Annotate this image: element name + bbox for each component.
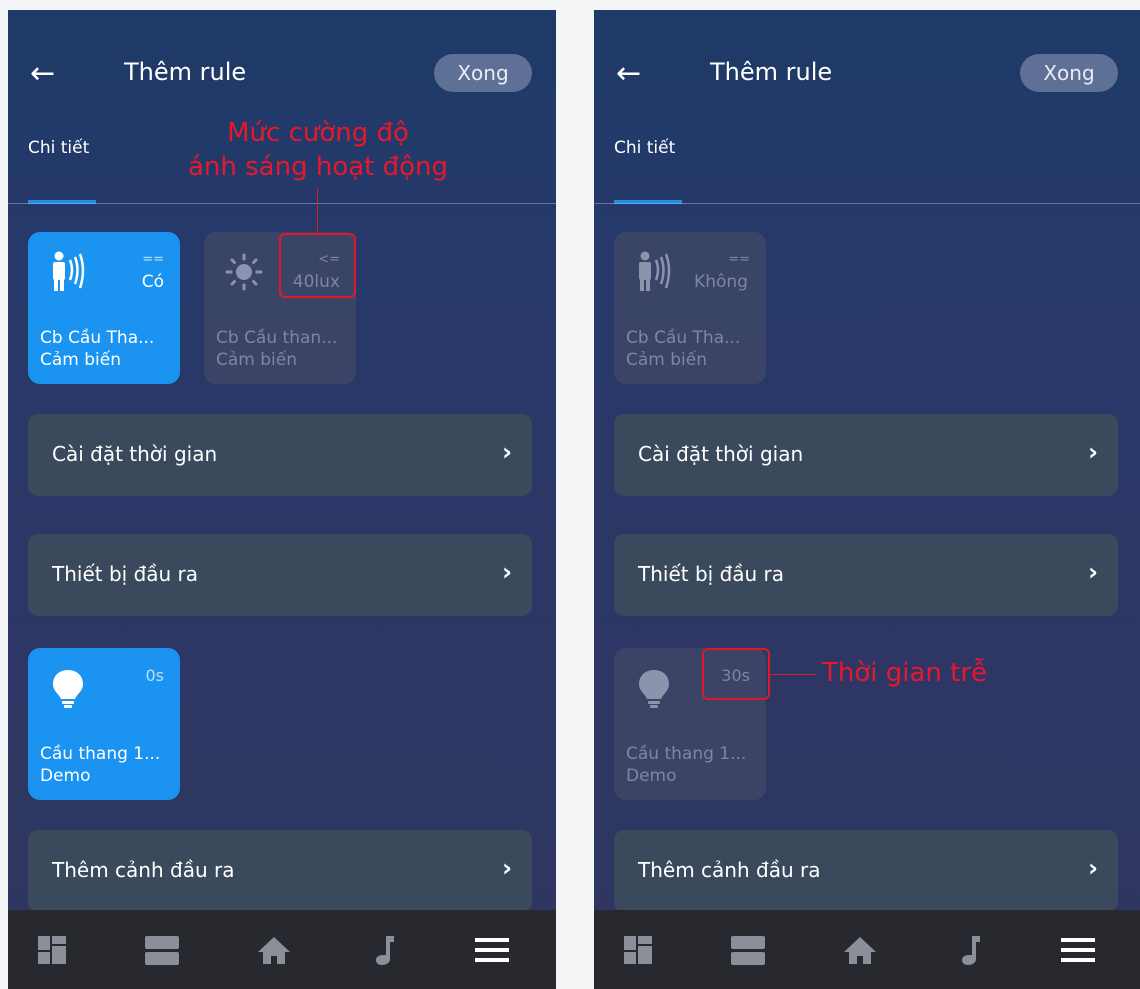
menu-icon[interactable] <box>1058 932 1098 968</box>
home-icon[interactable] <box>840 932 880 968</box>
sensor-type: Cảm biến <box>626 350 707 370</box>
row-label: Cài đặt thời gian <box>638 442 804 466</box>
condition-value: Không <box>694 272 748 292</box>
annotation-leader-line <box>770 674 816 675</box>
add-output-scene-row[interactable]: Thêm cảnh đầu ra › <box>28 830 532 912</box>
annotation-leader-line <box>317 188 318 233</box>
condition-value: Có <box>141 272 164 292</box>
phone-screen-left: ← Thêm rule Xong Chi tiết == Có Cb Cầu T… <box>8 10 556 989</box>
header: ← Thêm rule Xong <box>594 52 1140 96</box>
motion-sensor-icon <box>639 251 671 291</box>
output-device-card[interactable]: 0s Cầu thang 1... Demo <box>28 648 180 800</box>
tab-divider <box>8 203 556 204</box>
bottom-navigation <box>594 910 1140 989</box>
row-label: Cài đặt thời gian <box>52 442 218 466</box>
output-devices-row[interactable]: Thiết bị đầu ra › <box>28 534 532 616</box>
motion-sensor-icon <box>53 251 85 291</box>
sensor-type: Cảm biến <box>40 350 121 370</box>
sensor-type: Cảm biến <box>216 350 297 370</box>
done-button[interactable]: Xong <box>1020 54 1118 92</box>
annotation-label-lux: Mức cường độ ánh sáng hoạt động <box>187 118 449 182</box>
time-settings-row[interactable]: Cài đặt thời gian › <box>614 414 1118 496</box>
row-label: Thiết bị đầu ra <box>52 562 199 586</box>
chevron-right-icon: › <box>502 854 512 882</box>
sensor-name: Cb Cầu Tha... <box>626 328 741 348</box>
back-arrow-icon[interactable]: ← <box>616 56 656 92</box>
menu-icon[interactable] <box>472 932 512 968</box>
condition-operator: == <box>142 252 164 267</box>
sensor-card-motion[interactable]: == Không Cb Cầu Tha... Cảm biến <box>614 232 766 384</box>
dashboard-icon[interactable] <box>32 932 72 968</box>
annotation-highlight-lux <box>279 233 356 298</box>
device-name: Cầu thang 1... <box>40 744 161 764</box>
tab-divider <box>594 203 1140 204</box>
done-button[interactable]: Xong <box>434 54 532 92</box>
tab-details[interactable]: Chi tiết <box>614 138 675 158</box>
dashboard-icon[interactable] <box>618 932 658 968</box>
lightbulb-icon <box>639 670 669 708</box>
time-settings-row[interactable]: Cài đặt thời gian › <box>28 414 532 496</box>
music-icon[interactable] <box>950 932 990 968</box>
annotation-highlight-delay <box>702 648 770 700</box>
lightbulb-icon <box>53 670 83 708</box>
chevron-right-icon: › <box>502 438 512 466</box>
row-label: Thiết bị đầu ra <box>638 562 785 586</box>
page-title: Thêm rule <box>124 58 247 86</box>
header: ← Thêm rule Xong <box>8 52 556 96</box>
row-label: Thêm cảnh đầu ra <box>52 858 235 882</box>
rooms-icon[interactable] <box>728 932 768 968</box>
chevron-right-icon: › <box>1088 438 1098 466</box>
output-devices-row[interactable]: Thiết bị đầu ra › <box>614 534 1118 616</box>
tab-details[interactable]: Chi tiết <box>28 138 89 158</box>
phone-screen-right: ← Thêm rule Xong Chi tiết == Không Cb Cầ… <box>594 10 1140 989</box>
delay-value: 0s <box>145 666 164 685</box>
device-group: Demo <box>40 766 91 786</box>
back-arrow-icon[interactable]: ← <box>30 56 70 92</box>
sensor-card-motion[interactable]: == Có Cb Cầu Tha... Cảm biến <box>28 232 180 384</box>
sensor-name: Cb Cầu Tha... <box>40 328 155 348</box>
chevron-right-icon: › <box>1088 558 1098 586</box>
bottom-navigation <box>8 910 556 989</box>
row-label: Thêm cảnh đầu ra <box>638 858 821 882</box>
chevron-right-icon: › <box>1088 854 1098 882</box>
rooms-icon[interactable] <box>142 932 182 968</box>
chevron-right-icon: › <box>502 558 512 586</box>
sun-icon <box>225 253 263 291</box>
page-title: Thêm rule <box>710 58 833 86</box>
add-output-scene-row[interactable]: Thêm cảnh đầu ra › <box>614 830 1118 912</box>
music-icon[interactable] <box>364 932 404 968</box>
device-name: Cầu thang 1... <box>626 744 747 764</box>
sensor-name: Cb Cầu than... <box>216 328 338 348</box>
condition-operator: == <box>728 252 750 267</box>
annotation-label-delay: Thời gian trễ <box>822 658 988 688</box>
device-group: Demo <box>626 766 677 786</box>
home-icon[interactable] <box>254 932 294 968</box>
